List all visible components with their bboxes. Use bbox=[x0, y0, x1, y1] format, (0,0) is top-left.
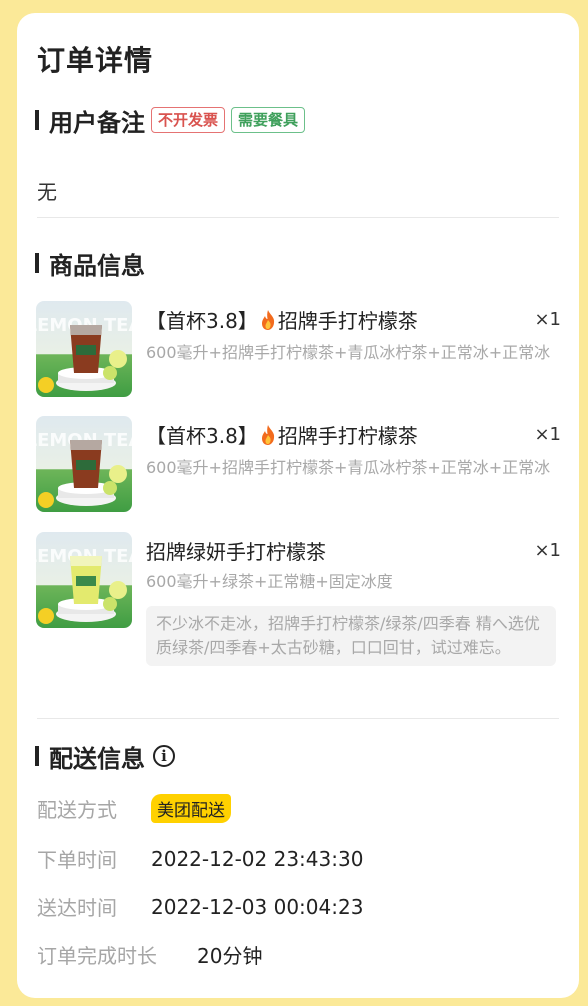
product-qty: ×1 bbox=[534, 309, 561, 330]
order-time-value: 2022-12-02 23:43:30 bbox=[151, 846, 364, 871]
product-image: LEMON TEA bbox=[36, 416, 132, 512]
delivery-method-badge: 美团配送 bbox=[151, 794, 231, 823]
duration-label: 订单完成时长 bbox=[37, 944, 157, 968]
product-spec: 600毫升+招牌手打柠檬茶+青瓜冰柠茶+正常冰+正常冰 bbox=[146, 458, 551, 477]
need-utensils-tag: 需要餐具 bbox=[231, 107, 306, 133]
order-time-label: 下单时间 bbox=[37, 848, 117, 872]
arrive-time-row: 送达时间 2022-12-03 00:04:23 bbox=[37, 892, 363, 921]
product-spec: 600毫升+绿茶+正常糖+固定冰度 bbox=[146, 572, 393, 591]
product-name: 【首杯3.8】 招牌手打柠檬茶 bbox=[146, 305, 418, 334]
arrive-time-value: 2022-12-03 00:04:23 bbox=[151, 894, 364, 919]
product-description: 不少冰不走冰，招牌手打柠檬茶/绿茶/四季春 精へ选优质绿茶/四季春+太古砂糖，口… bbox=[146, 606, 556, 666]
delivery-section-title: 配送信息 i bbox=[35, 741, 175, 773]
product-item[interactable]: LEMON TEA 【首杯3.8】招牌手打柠檬茶 ×1 600毫升+招牌手打柠檬… bbox=[36, 416, 561, 516]
product-name-suffix: 招牌手打柠檬茶 bbox=[277, 424, 418, 448]
fire-icon bbox=[261, 425, 274, 445]
info-circle-icon[interactable]: i bbox=[153, 745, 175, 767]
section-bar bbox=[35, 110, 39, 130]
product-name-suffix: 招牌手打柠檬茶 bbox=[277, 309, 418, 333]
remark-title-label: 用户备注 bbox=[49, 108, 145, 137]
duration-row: 订单完成时长 20分钟 bbox=[37, 940, 262, 969]
section-bar bbox=[35, 253, 39, 273]
delivery-method-label: 配送方式 bbox=[37, 798, 117, 822]
duration-value: 20分钟 bbox=[197, 944, 263, 968]
section-bar bbox=[35, 746, 39, 766]
divider bbox=[37, 718, 559, 719]
order-detail-card: 订单详情 用户备注 不开发票 需要餐具 无 商品信息 LEMON TEA bbox=[17, 13, 579, 998]
delivery-method-row: 配送方式 美团配送 bbox=[37, 794, 231, 823]
order-time-row: 下单时间 2022-12-02 23:43:30 bbox=[37, 844, 363, 873]
products-section-title: 商品信息 bbox=[35, 248, 145, 280]
fire-icon bbox=[261, 310, 274, 330]
product-item[interactable]: LEMON TEA 【首杯3.8】招牌手打柠檬茶 ×1 600毫升+招牌手打柠檬… bbox=[36, 301, 561, 401]
product-name-prefix: 【首杯3.8】 bbox=[146, 424, 258, 448]
remark-text: 无 bbox=[37, 180, 57, 204]
product-spec: 600毫升+招牌手打柠檬茶+青瓜冰柠茶+正常冰+正常冰 bbox=[146, 343, 551, 362]
products-title-label: 商品信息 bbox=[49, 251, 145, 280]
product-item[interactable]: LEMON TEA 招牌绿妍手打柠檬茶 ×1 600毫升+绿茶+正常糖+固定冰度… bbox=[36, 532, 561, 702]
product-name-prefix: 【首杯3.8】 bbox=[146, 309, 258, 333]
product-image: LEMON TEA bbox=[36, 532, 132, 628]
arrive-time-label: 送达时间 bbox=[37, 896, 117, 920]
product-name: 招牌绿妍手打柠檬茶 bbox=[146, 540, 326, 564]
product-qty: ×1 bbox=[534, 424, 561, 445]
divider bbox=[37, 217, 559, 218]
page-title: 订单详情 bbox=[37, 44, 154, 77]
product-name: 【首杯3.8】 招牌手打柠檬茶 bbox=[146, 420, 418, 449]
no-invoice-tag: 不开发票 bbox=[151, 107, 226, 133]
product-image: LEMON TEA bbox=[36, 301, 132, 397]
remark-section-title: 用户备注 不开发票 需要餐具 bbox=[35, 105, 306, 137]
product-qty: ×1 bbox=[534, 540, 561, 561]
delivery-title-label: 配送信息 bbox=[49, 744, 145, 773]
